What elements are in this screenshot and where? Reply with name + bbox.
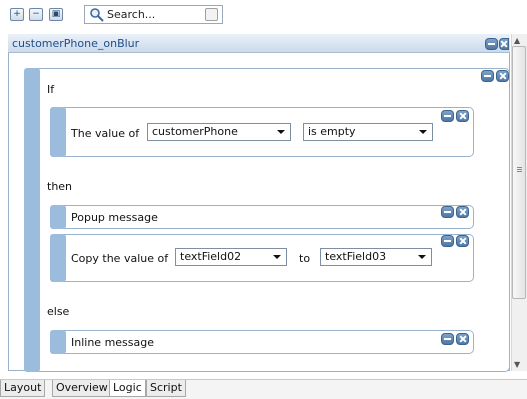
expand-all-icon[interactable]: +: [10, 8, 24, 21]
tab-logic[interactable]: Logic: [109, 380, 146, 397]
chevron-down-icon: [273, 255, 281, 259]
copy-value-label: Copy the value of: [71, 252, 169, 265]
collapse-event-button[interactable]: [485, 38, 498, 50]
condition-field-value: customerPhone: [152, 125, 238, 138]
tab-script[interactable]: Script: [146, 380, 186, 397]
collapse-inline-button[interactable]: [441, 333, 454, 345]
inline-message-bar: [50, 330, 66, 354]
if-block-bar: [24, 68, 40, 372]
delete-condition-button[interactable]: [456, 110, 469, 122]
collapse-if-button[interactable]: [481, 70, 494, 82]
collapse-all-icon[interactable]: −: [29, 8, 43, 21]
chevron-down-icon: [418, 255, 426, 259]
panel-header: customerPhone_onBlur: [8, 34, 510, 53]
condition-operator-value: is empty: [308, 125, 356, 138]
copy-source-value: textField02: [180, 250, 242, 263]
else-label: else: [47, 305, 70, 318]
tab-overview[interactable]: Overview: [52, 380, 112, 397]
search-input[interactable]: [107, 7, 197, 22]
search-box: [84, 5, 223, 24]
copy-source-select[interactable]: textField02: [175, 248, 287, 266]
delete-popup-button[interactable]: [456, 206, 469, 218]
grip-icon: [517, 167, 522, 168]
delete-if-button[interactable]: [496, 70, 509, 82]
collapse-condition-button[interactable]: [441, 110, 454, 122]
condition-operator-select[interactable]: is empty: [303, 123, 433, 141]
copy-target-value: textField03: [325, 250, 387, 263]
chevron-down-icon: [277, 130, 285, 134]
search-icon: [90, 8, 104, 22]
copy-to-label: to: [299, 252, 311, 265]
copy-target-select[interactable]: textField03: [320, 248, 432, 266]
condition-prefix: The value of: [71, 127, 140, 140]
popup-message-bar: [50, 205, 66, 229]
screenshot-icon[interactable]: ▣: [49, 8, 63, 21]
tab-layout[interactable]: Layout: [0, 380, 46, 397]
scrollbar-thumb[interactable]: [512, 46, 526, 299]
condition-field-select[interactable]: customerPhone: [147, 123, 291, 141]
popup-message-label: Popup message: [71, 211, 158, 224]
chevron-down-icon: [419, 130, 427, 134]
clear-search-icon[interactable]: [205, 8, 218, 21]
panel-title: customerPhone_onBlur: [12, 37, 140, 50]
then-label: then: [47, 180, 73, 193]
close-event-button[interactable]: [499, 38, 509, 50]
copy-value-bar: [50, 234, 66, 282]
scroll-up-icon[interactable]: ▲: [514, 36, 520, 45]
if-label: If: [47, 83, 55, 96]
collapse-copy-button[interactable]: [441, 235, 454, 247]
inline-message-label: Inline message: [71, 336, 154, 349]
collapse-popup-button[interactable]: [441, 206, 454, 218]
condition-block-bar: [50, 107, 66, 157]
delete-inline-button[interactable]: [456, 333, 469, 345]
delete-copy-button[interactable]: [456, 235, 469, 247]
scroll-down-icon[interactable]: ▼: [514, 360, 520, 369]
